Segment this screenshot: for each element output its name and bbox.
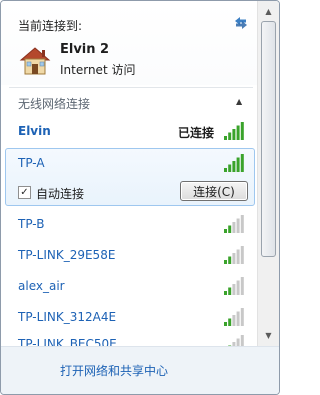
auto-connect-checkbox[interactable]: ✓ bbox=[18, 186, 31, 199]
signal-bar bbox=[236, 338, 240, 346]
scroll-up-icon[interactable]: ▲ bbox=[260, 3, 277, 20]
signal-icon bbox=[224, 308, 244, 326]
network-item-alex-air[interactable]: alex_air bbox=[5, 271, 255, 301]
signal-bar bbox=[240, 246, 244, 264]
signal-bar bbox=[228, 256, 232, 264]
section-title: 无线网络连接 bbox=[18, 97, 91, 111]
signal-bar bbox=[240, 122, 244, 140]
current-network-name: Elvin 2 bbox=[60, 42, 110, 57]
signal-bar bbox=[236, 218, 240, 233]
current-network-status: Internet 访问 bbox=[60, 63, 136, 77]
signal-bar bbox=[240, 277, 244, 295]
signal-bar bbox=[236, 125, 240, 140]
signal-icon bbox=[224, 122, 244, 140]
network-status: 已连接 bbox=[178, 126, 215, 140]
network-item-tp-link-29e58e[interactable]: TP-LINK_29E58E bbox=[5, 240, 255, 270]
signal-bar bbox=[232, 222, 236, 233]
signal-bar bbox=[232, 129, 236, 140]
home-network-icon bbox=[17, 44, 53, 76]
signal-icon bbox=[224, 154, 244, 172]
signal-bar bbox=[236, 157, 240, 172]
signal-bar bbox=[228, 132, 232, 140]
network-name: TP-LINK_312A4E bbox=[18, 310, 117, 324]
section-header[interactable]: 无线网络连接 ▲ bbox=[1, 88, 257, 114]
signal-bar bbox=[224, 229, 227, 233]
signal-bar bbox=[240, 154, 244, 172]
footer: 打开网络和共享中心 bbox=[1, 346, 279, 394]
network-sharing-center-link[interactable]: 打开网络和共享中心 bbox=[60, 362, 168, 379]
signal-bar bbox=[228, 225, 232, 233]
auto-connect-label: 自动连接 bbox=[36, 187, 85, 201]
signal-icon bbox=[228, 335, 244, 346]
collapse-icon[interactable]: ▲ bbox=[236, 97, 242, 106]
signal-bar bbox=[228, 318, 232, 326]
signal-bar bbox=[240, 335, 244, 346]
network-name: TP-A bbox=[18, 156, 45, 170]
signal-icon bbox=[224, 246, 244, 264]
network-item-tp-b[interactable]: TP-B bbox=[5, 209, 255, 239]
signal-bar bbox=[224, 136, 227, 140]
signal-bar bbox=[232, 315, 236, 326]
scroll-thumb[interactable] bbox=[261, 21, 276, 257]
signal-bar bbox=[232, 253, 236, 264]
refresh-icon[interactable] bbox=[230, 12, 252, 34]
signal-bar bbox=[240, 308, 244, 326]
network-list: 无线网络连接 ▲ Elvin 已连接 TP-A ✓ 自动连接 连接(C) TP-… bbox=[1, 88, 257, 346]
network-item-tp-a[interactable]: TP-A ✓ 自动连接 连接(C) bbox=[5, 148, 255, 206]
network-name: alex_air bbox=[18, 279, 65, 293]
signal-bar bbox=[236, 280, 240, 295]
network-name: Elvin bbox=[18, 124, 51, 138]
network-item-elvin[interactable]: Elvin 已连接 bbox=[5, 116, 255, 146]
network-name: TP-LINK_BEC50E bbox=[18, 337, 117, 346]
signal-bar bbox=[228, 164, 232, 172]
connection-header: 当前连接到: Elvin 2 Internet 访问 bbox=[1, 1, 279, 85]
signal-bar bbox=[232, 161, 236, 172]
network-item-tp-link-bec50e[interactable]: TP-LINK_BEC50E bbox=[5, 329, 255, 346]
signal-bar bbox=[228, 287, 232, 295]
signal-bar bbox=[224, 322, 227, 326]
signal-bar bbox=[224, 291, 227, 295]
connect-button[interactable]: 连接(C) bbox=[180, 181, 248, 201]
scrollbar[interactable]: ▲ ▼ bbox=[257, 1, 279, 346]
signal-icon bbox=[224, 277, 244, 295]
signal-bar bbox=[224, 168, 227, 172]
scroll-down-icon[interactable]: ▼ bbox=[260, 327, 277, 344]
wifi-flyout: 当前连接到: Elvin 2 Internet 访问 无线网络连接 ▲ Elvi… bbox=[0, 0, 280, 395]
signal-bar bbox=[236, 311, 240, 326]
signal-bar bbox=[236, 249, 240, 264]
signal-bar bbox=[224, 260, 227, 264]
network-name: TP-B bbox=[18, 217, 45, 231]
header-title: 当前连接到: bbox=[18, 19, 83, 33]
network-item-tp-link-312a4e[interactable]: TP-LINK_312A4E bbox=[5, 302, 255, 332]
network-name: TP-LINK_29E58E bbox=[18, 248, 116, 262]
signal-bar bbox=[240, 215, 244, 233]
signal-icon bbox=[224, 215, 244, 233]
signal-bar bbox=[232, 284, 236, 295]
